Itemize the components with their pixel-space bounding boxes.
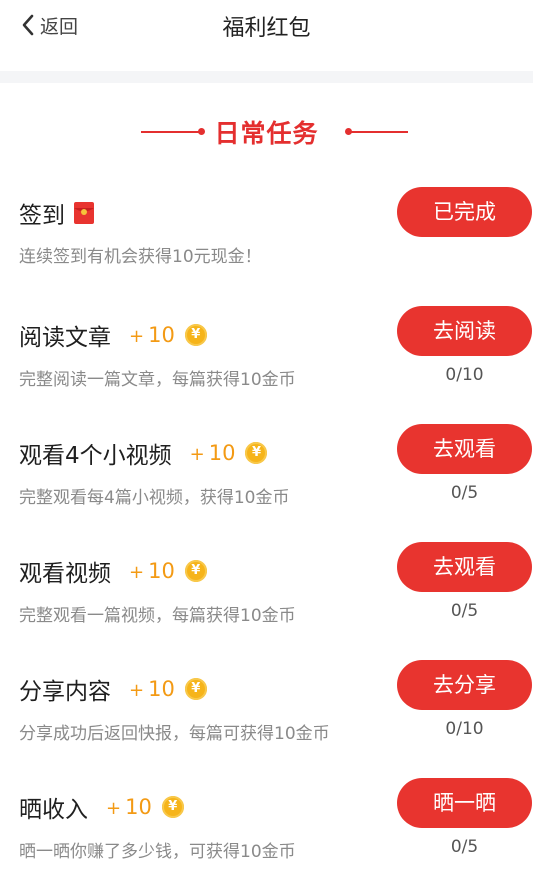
task-read-article: 阅读文章 +10 完整阅读一篇文章，每篇获得10金币 去阅读 0/10	[0, 303, 533, 403]
task-progress: 0/10	[445, 719, 484, 739]
task-watch-short-videos: 观看4个小视频 +10 完整观看每4篇小视频，获得10金币 去观看 0/5	[0, 421, 533, 521]
coin-icon	[161, 796, 184, 818]
page-title: 福利红包	[222, 16, 311, 41]
watch-video-button[interactable]: 去观看	[397, 542, 532, 592]
task-title: 签到	[19, 203, 65, 229]
task-progress: 0/5	[450, 483, 479, 503]
task-title: 阅读文章	[19, 325, 111, 351]
task-checkin: 签到 连续签到有机会获得10元现金！ 已完成	[0, 186, 533, 286]
task-progress: 0/5	[450, 837, 479, 857]
section-divider	[0, 71, 533, 83]
coin-icon	[184, 324, 207, 346]
red-packet-icon	[74, 202, 94, 224]
task-title: 晒收入	[19, 797, 88, 823]
task-progress: 0/10	[445, 365, 484, 385]
task-title-row: 分享内容 +10	[19, 672, 207, 706]
task-title: 分享内容	[19, 679, 111, 705]
read-button[interactable]: 去阅读	[397, 306, 532, 356]
header-line-right	[350, 131, 408, 133]
reward-amount: +10	[129, 323, 175, 347]
task-progress: 0/5	[450, 601, 479, 621]
task-title: 观看4个小视频	[19, 443, 172, 469]
section-header: 日常任务	[0, 112, 533, 150]
task-show-income: 晒收入 +10 晒一晒你赚了多少钱，可获得10金币 晒一晒 0/5	[0, 775, 533, 875]
task-title-row: 观看视频 +10	[19, 554, 207, 588]
show-income-button[interactable]: 晒一晒	[397, 778, 532, 828]
section-title: 日常任务	[214, 119, 319, 148]
task-desc: 完整观看一篇视频，每篇获得10金币	[19, 606, 296, 626]
watch-short-video-button[interactable]: 去观看	[397, 424, 532, 474]
top-bar: 返回 福利红包	[0, 0, 533, 50]
task-title: 观看视频	[19, 561, 111, 587]
reward-amount: +10	[189, 441, 236, 465]
task-watch-video: 观看视频 +10 完整观看一篇视频，每篇获得10金币 去观看 0/5	[0, 539, 533, 639]
task-share-content: 分享内容 +10 分享成功后返回快报，每篇可获得10金币 去分享 0/10	[0, 657, 533, 757]
task-desc: 完整阅读一篇文章，每篇获得10金币	[19, 370, 296, 390]
task-desc: 完整观看每4篇小视频，获得10金币	[19, 488, 290, 508]
coin-icon	[245, 442, 268, 464]
coin-icon	[184, 678, 207, 700]
task-title-row: 晒收入 +10	[19, 790, 184, 824]
reward-amount: +10	[129, 677, 175, 701]
task-title-row: 观看4个小视频 +10	[19, 436, 268, 470]
reward-amount: +10	[106, 795, 152, 819]
completed-button[interactable]: 已完成	[397, 187, 532, 237]
task-title-row: 签到	[19, 196, 95, 230]
task-title-row: 阅读文章 +10	[19, 318, 207, 352]
task-desc: 连续签到有机会获得10元现金！	[19, 247, 262, 267]
task-desc: 晒一晒你赚了多少钱，可获得10金币	[19, 842, 296, 862]
share-button[interactable]: 去分享	[397, 660, 532, 710]
reward-amount: +10	[129, 559, 175, 583]
coin-icon	[184, 560, 207, 582]
task-desc: 分享成功后返回快报，每篇可获得10金币	[19, 724, 330, 744]
